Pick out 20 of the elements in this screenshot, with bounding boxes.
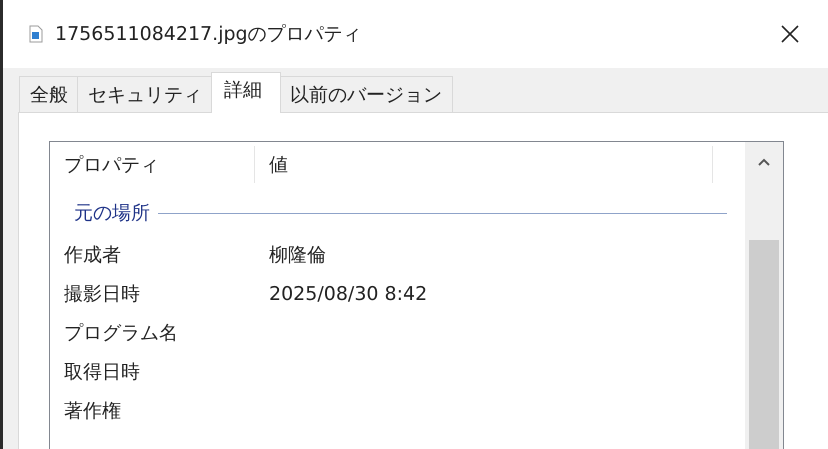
tab[interactable]: 詳細 [211,72,281,113]
property-name: 作成者 [63,242,122,268]
scrollbar[interactable] [745,142,783,449]
window-title: 1756511084217.jpgのプロパティ [55,22,363,47]
scroll-thumb[interactable] [749,240,779,449]
property-name: プログラム名 [63,320,179,346]
tab[interactable]: 全般 [19,76,79,113]
property-name: 著作権 [63,398,122,424]
column-header[interactable]: 値 [255,146,713,183]
chevron-up-icon [758,158,770,166]
property-value: 2025/08/30 8:42 [268,282,428,304]
close-icon [780,24,800,44]
property-name: 取得日時 [63,360,141,384]
column-header[interactable]: プロパティ [50,146,255,183]
property-value: 柳隆倫 [268,242,327,268]
property-name: 撮影日時 [63,282,141,306]
image-file-icon [29,25,43,43]
tab[interactable]: セキュリティ [77,76,213,113]
tab[interactable]: 以前のバージョン [279,76,453,113]
group-heading: 元の場所 [74,201,150,226]
